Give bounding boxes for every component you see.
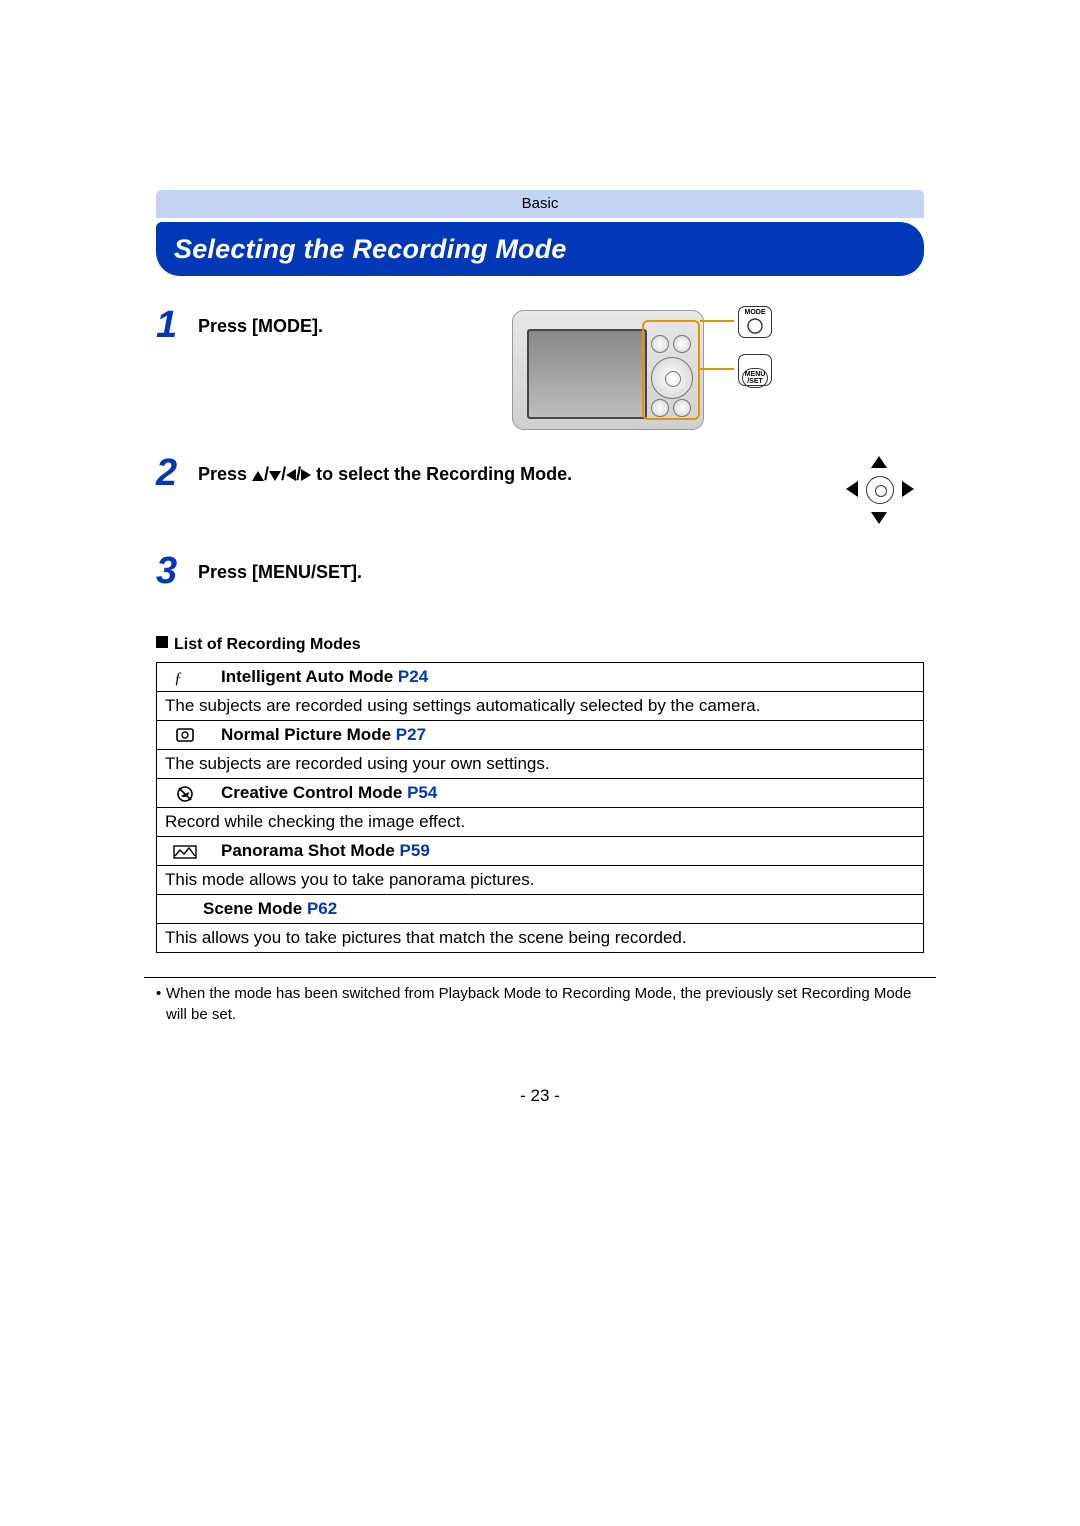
mode-desc-row: This allows you to take pictures that ma… (157, 924, 924, 953)
mode-title-row: Creative Control Mode P54 (157, 779, 924, 808)
arrow-left-icon (846, 481, 858, 497)
mode-name: Panorama Shot Mode (221, 841, 395, 860)
step-text: Press /// to select the Recording Mode. (198, 454, 826, 485)
mode-desc-row: Record while checking the image effect. (157, 808, 924, 837)
mode-title-row: Panorama Shot Mode P59 (157, 837, 924, 866)
step-text: Press [MODE]. (198, 306, 498, 337)
mode-caption: MODE (739, 309, 771, 316)
camera-screen (527, 329, 647, 419)
mode-desc-row: This mode allows you to take panorama pi… (157, 866, 924, 895)
mode-title-row: Scene Mode P62 (157, 895, 924, 924)
page-link[interactable]: P54 (407, 783, 437, 802)
mode-name: Scene Mode (203, 899, 302, 918)
manual-page: Basic Selecting the Recording Mode 1 Pre… (0, 0, 1080, 1526)
mode-button-icon (746, 317, 764, 335)
dpad-diagram (840, 450, 920, 530)
menuset-button-label: MENU /SET (738, 354, 772, 386)
step-1: 1 Press [MODE]. MODE (156, 306, 924, 436)
arrow-right-icon (301, 469, 311, 481)
step-number: 3 (156, 552, 184, 590)
arrow-up-icon (871, 456, 887, 468)
page-link[interactable]: P62 (307, 899, 337, 918)
step-text: Press [MENU/SET]. (198, 552, 924, 583)
arrow-right-icon (902, 481, 914, 497)
page-link[interactable]: P59 (400, 841, 430, 860)
mode-button-label: MODE (738, 306, 772, 338)
category-bar: Basic (156, 190, 924, 218)
footnote-text: When the mode has been switched from Pla… (166, 985, 911, 1023)
step-number: 1 (156, 306, 184, 344)
panorama-icon (173, 844, 197, 860)
mode-name: Normal Picture Mode (221, 725, 391, 744)
step-3: 3 Press [MENU/SET]. (156, 552, 924, 590)
mode-title-row: ƒ Intelligent Auto Mode P24 (157, 663, 924, 692)
camera-illustration: MODE MENU /SET (512, 306, 772, 436)
page-link[interactable]: P24 (398, 667, 428, 686)
mode-title-row: Normal Picture Mode P27 (157, 721, 924, 750)
section-title: Selecting the Recording Mode (156, 222, 924, 276)
arrow-up-icon (252, 471, 264, 481)
arrow-down-icon (269, 471, 281, 481)
bullet-icon: • (156, 983, 161, 1004)
modes-table: ƒ Intelligent Auto Mode P24 The subjects… (156, 662, 924, 953)
section-title-text: Selecting the Recording Mode (174, 222, 567, 276)
creative-control-icon (175, 785, 195, 803)
list-of-modes-heading: List of Recording Modes (156, 636, 924, 654)
footnote: • When the mode has been switched from P… (156, 983, 924, 1025)
step-2: 2 Press /// to select the Recording Mode… (156, 454, 924, 530)
callout-line (700, 320, 734, 322)
mode-desc: This mode allows you to take panorama pi… (157, 866, 924, 895)
step-number: 2 (156, 454, 184, 492)
intelligent-auto-icon: ƒ (174, 669, 196, 687)
callout-line (700, 368, 734, 370)
mode-desc: Record while checking the image effect. (157, 808, 924, 837)
menuset-caption: MENU /SET (742, 368, 768, 388)
svg-text:ƒ: ƒ (174, 670, 182, 687)
arrow-left-icon (286, 469, 296, 481)
mode-desc: This allows you to take pictures that ma… (157, 924, 924, 953)
mode-desc: The subjects are recorded using your own… (157, 750, 924, 779)
normal-picture-icon (174, 727, 196, 745)
menuset-button-icon (746, 357, 764, 367)
page-link[interactable]: P27 (396, 725, 426, 744)
mode-desc: The subjects are recorded using settings… (157, 692, 924, 721)
callout-highlight (642, 320, 700, 420)
mode-name: Creative Control Mode (221, 783, 402, 802)
page-number: - 23 - (0, 1086, 1080, 1106)
mode-desc-row: The subjects are recorded using settings… (157, 692, 924, 721)
arrow-down-icon (871, 512, 887, 524)
mode-desc-row: The subjects are recorded using your own… (157, 750, 924, 779)
mode-name: Intelligent Auto Mode (221, 667, 393, 686)
dpad-ring-icon (866, 476, 894, 504)
